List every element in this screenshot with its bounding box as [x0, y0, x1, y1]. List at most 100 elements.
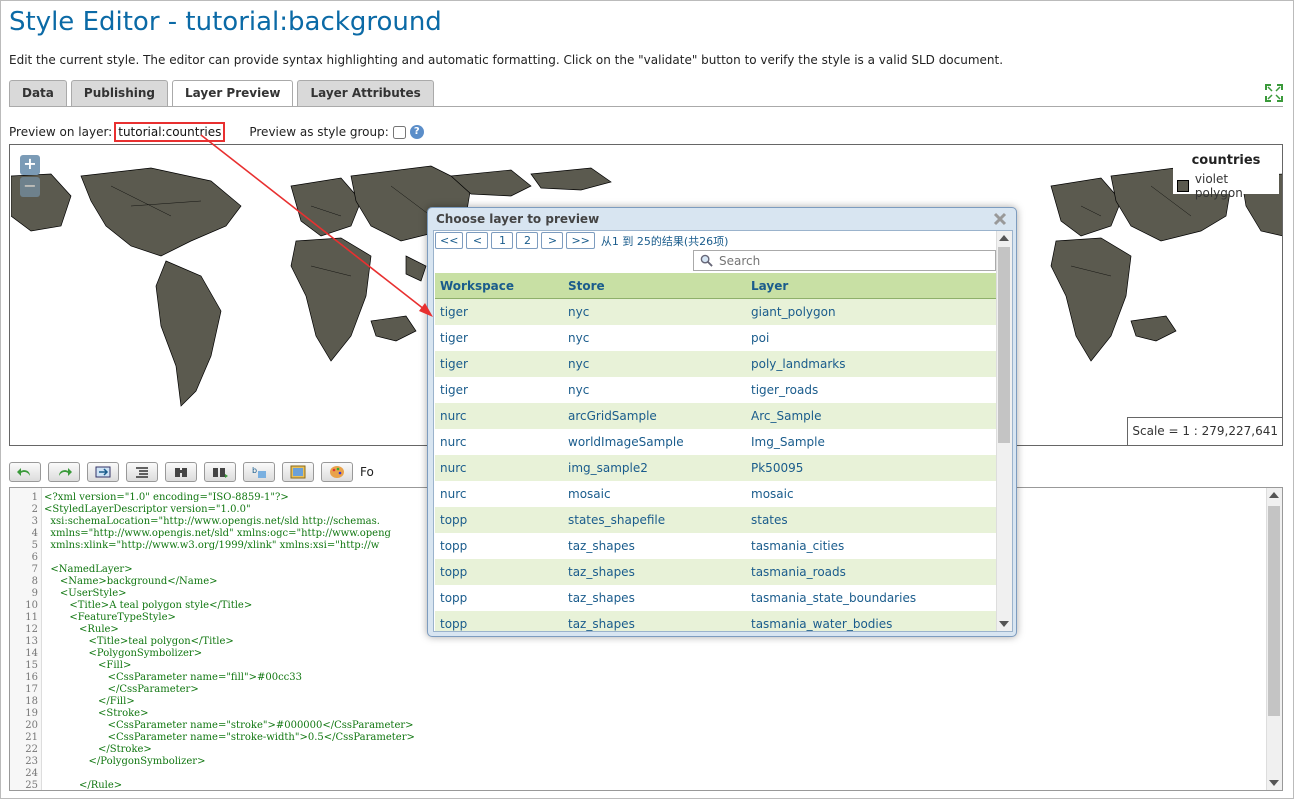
- code-line[interactable]: </CssParameter>: [44, 684, 1264, 696]
- code-line[interactable]: <Stroke>: [44, 708, 1264, 720]
- table-row[interactable]: topp taz_shapes tasmania_water_bodies: [435, 611, 996, 631]
- code-line[interactable]: <CssParameter name="fill">#00cc33: [44, 672, 1264, 684]
- workspace-cell[interactable]: nurc: [435, 455, 563, 481]
- tab-publishing[interactable]: Publishing: [70, 80, 168, 106]
- workspace-cell[interactable]: tiger: [435, 299, 563, 325]
- workspace-cell[interactable]: tiger: [435, 325, 563, 351]
- layer-picker-link[interactable]: tutorial:countries: [114, 122, 226, 142]
- page-1-button[interactable]: 1: [491, 232, 514, 249]
- next-page-button[interactable]: >: [541, 232, 564, 249]
- find-button[interactable]: [165, 462, 197, 482]
- workspace-cell[interactable]: tiger: [435, 351, 563, 377]
- workspace-cell[interactable]: nurc: [435, 403, 563, 429]
- store-cell[interactable]: taz_shapes: [563, 585, 746, 611]
- store-cell[interactable]: nyc: [563, 299, 746, 325]
- table-row[interactable]: nurc mosaic mosaic: [435, 481, 996, 507]
- store-cell[interactable]: worldImageSample: [563, 429, 746, 455]
- layer-cell[interactable]: mosaic: [746, 481, 996, 507]
- code-line[interactable]: <CssParameter name="stroke">#000000</Css…: [44, 720, 1264, 732]
- scroll-thumb[interactable]: [1268, 506, 1280, 716]
- table-row[interactable]: topp taz_shapes tasmania_state_boundaries: [435, 585, 996, 611]
- zoom-in-button[interactable]: +: [20, 155, 40, 175]
- store-cell[interactable]: arcGridSample: [563, 403, 746, 429]
- layer-cell[interactable]: giant_polygon: [746, 299, 996, 325]
- layer-cell[interactable]: Arc_Sample: [746, 403, 996, 429]
- table-row[interactable]: nurc arcGridSample Arc_Sample: [435, 403, 996, 429]
- replace-button[interactable]: b: [243, 462, 275, 482]
- code-line[interactable]: <CssParameter name="stroke-width">0.5</C…: [44, 732, 1264, 744]
- layer-cell[interactable]: tasmania_state_boundaries: [746, 585, 996, 611]
- workspace-cell[interactable]: topp: [435, 507, 563, 533]
- layer-cell[interactable]: Pk50095: [746, 455, 996, 481]
- dialog-scroll-up-icon[interactable]: [999, 235, 1009, 241]
- store-cell[interactable]: nyc: [563, 325, 746, 351]
- code-line[interactable]: </Fill>: [44, 696, 1264, 708]
- code-line[interactable]: </Rule>: [44, 780, 1264, 790]
- workspace-cell[interactable]: topp: [435, 585, 563, 611]
- layer-cell[interactable]: tasmania_roads: [746, 559, 996, 585]
- close-icon[interactable]: [992, 211, 1008, 227]
- tab-data[interactable]: Data: [9, 80, 67, 106]
- first-page-button[interactable]: <<: [435, 232, 464, 249]
- workspace-cell[interactable]: topp: [435, 559, 563, 585]
- layer-cell[interactable]: poi: [746, 325, 996, 351]
- zoom-out-button[interactable]: −: [20, 177, 40, 197]
- layer-cell[interactable]: states: [746, 507, 996, 533]
- layer-cell[interactable]: tiger_roads: [746, 377, 996, 403]
- color-picker-button[interactable]: [321, 462, 353, 482]
- workspace-cell[interactable]: nurc: [435, 429, 563, 455]
- undo-button[interactable]: [9, 462, 41, 482]
- search-input[interactable]: [719, 253, 979, 268]
- redo-button[interactable]: [48, 462, 80, 482]
- tab-layer-attributes[interactable]: Layer Attributes: [297, 80, 434, 106]
- layer-cell[interactable]: tasmania_cities: [746, 533, 996, 559]
- tab-layer-preview[interactable]: Layer Preview: [172, 80, 294, 107]
- store-cell[interactable]: img_sample2: [563, 455, 746, 481]
- workspace-cell[interactable]: tiger: [435, 377, 563, 403]
- table-row[interactable]: topp taz_shapes tasmania_cities: [435, 533, 996, 559]
- insert-image-button[interactable]: [282, 462, 314, 482]
- goto-line-button[interactable]: [87, 462, 119, 482]
- code-line[interactable]: <PolygonSymbolizer>: [44, 648, 1264, 660]
- find-next-button[interactable]: [204, 462, 236, 482]
- column-header-workspace[interactable]: Workspace: [435, 273, 563, 298]
- column-header-layer[interactable]: Layer: [746, 273, 996, 298]
- code-line[interactable]: <Fill>: [44, 660, 1264, 672]
- store-cell[interactable]: mosaic: [563, 481, 746, 507]
- last-page-button[interactable]: >>: [566, 232, 595, 249]
- style-group-checkbox[interactable]: [392, 125, 406, 139]
- table-row[interactable]: tiger nyc poi: [435, 325, 996, 351]
- column-header-store[interactable]: Store: [563, 273, 746, 298]
- table-row[interactable]: nurc worldImageSample Img_Sample: [435, 429, 996, 455]
- fullscreen-icon[interactable]: [1265, 84, 1283, 102]
- store-cell[interactable]: taz_shapes: [563, 533, 746, 559]
- table-row[interactable]: topp taz_shapes tasmania_roads: [435, 559, 996, 585]
- code-line[interactable]: [44, 768, 1264, 780]
- table-row[interactable]: topp states_shapefile states: [435, 507, 996, 533]
- store-cell[interactable]: nyc: [563, 377, 746, 403]
- table-row[interactable]: tiger nyc tiger_roads: [435, 377, 996, 403]
- code-line[interactable]: </Stroke>: [44, 744, 1264, 756]
- layer-cell[interactable]: poly_landmarks: [746, 351, 996, 377]
- help-icon[interactable]: ?: [409, 125, 424, 139]
- store-cell[interactable]: taz_shapes: [563, 559, 746, 585]
- reformat-button[interactable]: [126, 462, 158, 482]
- store-cell[interactable]: states_shapefile: [563, 507, 746, 533]
- store-cell[interactable]: nyc: [563, 351, 746, 377]
- editor-scrollbar[interactable]: [1266, 488, 1282, 790]
- dialog-scrollbar[interactable]: [996, 231, 1012, 631]
- layer-cell[interactable]: Img_Sample: [746, 429, 996, 455]
- table-row[interactable]: tiger nyc giant_polygon: [435, 299, 996, 325]
- workspace-cell[interactable]: nurc: [435, 481, 563, 507]
- prev-page-button[interactable]: <: [466, 232, 489, 249]
- layer-cell[interactable]: tasmania_water_bodies: [746, 611, 996, 631]
- table-row[interactable]: tiger nyc poly_landmarks: [435, 351, 996, 377]
- code-line[interactable]: </PolygonSymbolizer>: [44, 756, 1264, 768]
- table-row[interactable]: nurc img_sample2 Pk50095: [435, 455, 996, 481]
- scroll-up-icon[interactable]: [1269, 492, 1279, 498]
- code-line[interactable]: <Title>teal polygon</Title>: [44, 636, 1264, 648]
- scroll-down-icon[interactable]: [1269, 780, 1279, 786]
- dialog-scroll-thumb[interactable]: [998, 247, 1010, 443]
- page-2-button[interactable]: 2: [516, 232, 539, 249]
- store-cell[interactable]: taz_shapes: [563, 611, 746, 631]
